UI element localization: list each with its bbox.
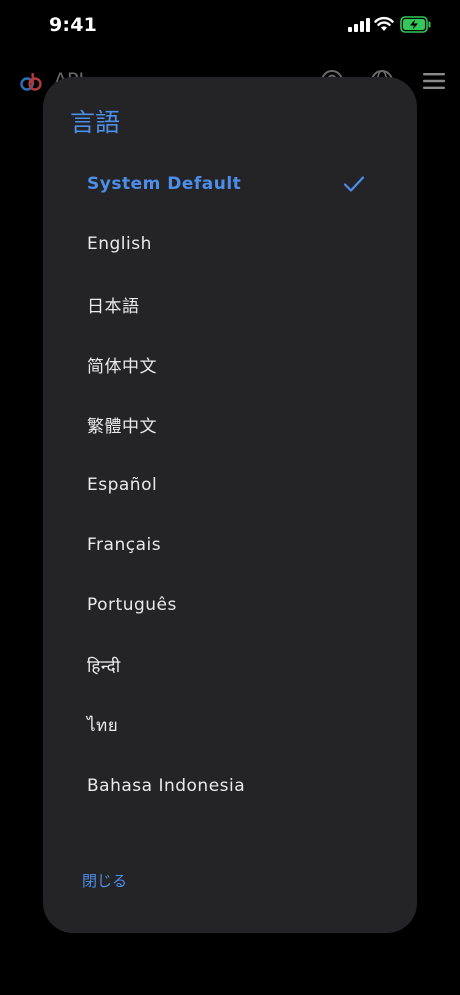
language-label: English	[87, 234, 152, 255]
language-option-french[interactable]: Français	[43, 515, 417, 575]
language-label: Français	[87, 535, 162, 556]
battery-charging-icon	[400, 16, 431, 33]
close-button[interactable]: 閉じる	[82, 870, 127, 891]
language-label: Español	[87, 475, 158, 496]
language-label: 日本語	[87, 296, 140, 317]
cellular-signal-icon	[348, 18, 370, 32]
language-option-english[interactable]: English	[43, 214, 417, 274]
sheet-title: 言語	[70, 108, 121, 137]
language-sheet: 言語 System Default English 日本語 简体中文 繁體中文 …	[43, 77, 417, 933]
language-option-traditional-chinese[interactable]: 繁體中文	[43, 395, 417, 455]
language-option-portuguese[interactable]: Português	[43, 575, 417, 635]
language-label: ไทย	[87, 716, 119, 737]
status-bar: 9:41	[0, 0, 460, 52]
checkmark-icon	[343, 176, 365, 192]
language-option-simplified-chinese[interactable]: 简体中文	[43, 335, 417, 395]
language-option-system-default[interactable]: System Default	[43, 154, 417, 214]
language-option-indonesian[interactable]: Bahasa Indonesia	[43, 756, 417, 816]
menu-icon[interactable]	[423, 72, 445, 90]
language-list: System Default English 日本語 简体中文 繁體中文 Esp…	[43, 154, 417, 816]
language-label: Português	[87, 595, 177, 616]
language-label: Bahasa Indonesia	[87, 775, 246, 796]
language-option-japanese[interactable]: 日本語	[43, 274, 417, 334]
status-time: 9:41	[49, 14, 98, 36]
language-label: हिन्दी	[87, 657, 121, 678]
language-label: 繁體中文	[87, 417, 157, 438]
wifi-icon	[374, 16, 394, 31]
language-option-hindi[interactable]: हिन्दी	[43, 636, 417, 696]
language-option-spanish[interactable]: Español	[43, 455, 417, 515]
language-label: 简体中文	[87, 357, 157, 378]
language-label: System Default	[87, 174, 242, 195]
app-logo-icon	[20, 73, 42, 91]
language-option-thai[interactable]: ไทย	[43, 696, 417, 756]
